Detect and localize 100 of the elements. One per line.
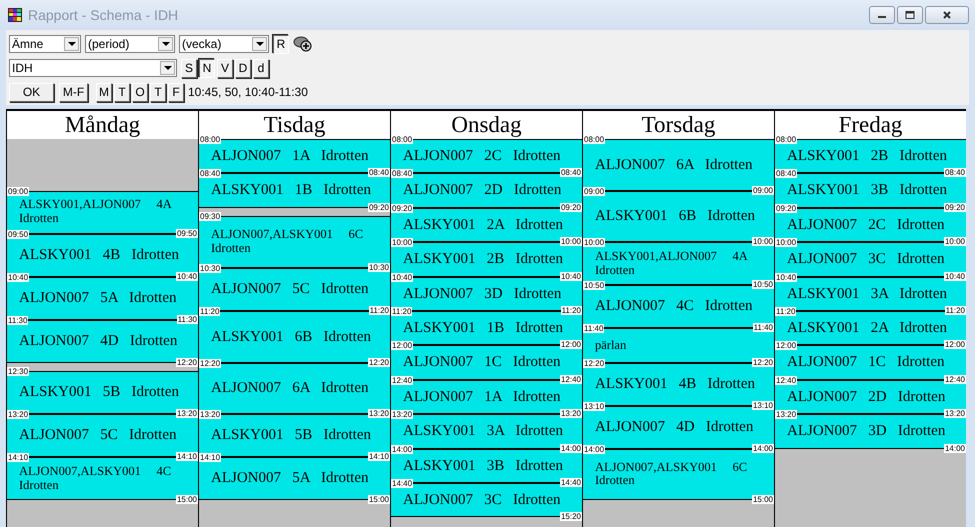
close-icon [942,11,952,19]
caret-icon [164,66,172,70]
lesson-text: ALSKY001 2A Idrotten [403,216,563,234]
ok-button[interactable]: OK [9,82,54,102]
day-button[interactable]: T [150,82,166,102]
end-time: 14:00 [560,444,582,453]
end-time: 10:40 [176,272,198,281]
lesson-text: ALSKY001 3B Idrotten [403,458,563,474]
end-time: 13:20 [368,409,390,418]
end-time: 08:40 [560,168,582,178]
lesson-text: ALJON007 5A Idrotten [19,290,176,306]
end-time: 14:10 [176,452,198,462]
end-time: 15:00 [752,495,774,504]
end-time: 10:40 [560,272,582,281]
end-time: 14:10 [368,452,390,462]
view-button[interactable]: V [217,58,233,78]
group-dropdown[interactable]: IDH [9,59,177,77]
start-time: 12:00 [775,341,798,350]
day-button[interactable]: F [168,82,184,102]
start-time: 08:40 [199,169,222,178]
start-time: 08:40 [775,169,798,178]
lesson-text: ALSKY001 5B Idrotten [19,384,179,401]
lesson-text: ALSKY001 2B Idrotten [787,148,947,164]
filter-dropdown[interactable]: (period) [85,35,175,53]
filter-dropdown[interactable]: Ämne [9,35,81,53]
lesson-text: ALJON007 3D Idrotten [403,286,562,302]
end-time: 09:00 [752,186,774,195]
lesson-text: ALJON007 2C Idrotten [403,148,560,164]
view-button[interactable]: D [235,58,251,78]
lesson-text: ALSKY001 1B Idrotten [211,182,371,199]
end-time: 10:00 [944,237,966,246]
start-time: 13:20 [775,410,798,420]
start-time: 13:20 [391,410,414,420]
day-header: Måndag [7,111,198,139]
end-time: 12:40 [944,374,966,384]
filter-dropdown[interactable]: (vecka) [179,35,269,53]
start-time: 14:40 [391,479,414,488]
lesson-text: ALSKY001 4B Idrotten [19,246,179,264]
end-time: 11:20 [368,306,390,315]
lesson-text: ALJON007 4D Idrotten [19,332,178,350]
end-time: 08:40 [368,168,390,178]
end-time: 11:20 [560,306,582,315]
lesson-text: ALJON007 5C Idrotten [19,427,176,444]
start-time: 11:40 [583,324,604,334]
start-time: 12:30 [7,367,30,376]
lesson-text: ALSKY001 1B Idrotten [403,320,563,336]
day-button[interactable]: M [96,82,112,102]
end-time: 12:20 [176,358,198,367]
r-toggle-button[interactable]: R [273,34,289,54]
end-time: 15:00 [368,495,390,504]
view-button[interactable]: S [181,58,197,78]
end-time: 15:20 [560,512,582,522]
view-button[interactable]: N [199,58,215,78]
minimize-button[interactable] [869,6,895,24]
lesson-text: ALJON007 1C Idrotten [403,354,560,371]
end-time: 09:20 [368,202,390,212]
start-time: 12:00 [391,341,414,350]
lesson-text: ALJON007 4D Idrotten [595,418,754,436]
view-button[interactable]: d [253,58,269,78]
end-time: 10:40 [944,272,966,281]
end-time: 12:00 [944,340,966,350]
lesson-text: ALJON007 1C Idrotten [787,354,944,371]
end-time: 09:20 [944,202,966,212]
end-time: 13:10 [752,400,774,410]
caret-icon [256,42,264,46]
end-time: 13:20 [176,409,198,418]
lesson-text: ALJON007 5C Idrotten [211,281,368,298]
start-time: 10:00 [775,238,798,248]
lesson-text: ALSKY001 3B Idrotten [787,182,947,199]
end-time: 12:40 [560,374,582,384]
start-time: 10:30 [199,264,222,273]
lesson-text: ALJON007 1A Idrotten [403,388,560,406]
end-time: 11:40 [752,323,774,332]
end-time: 08:40 [944,168,966,178]
maximize-button[interactable] [897,6,923,24]
start-time: 10:00 [583,238,606,248]
caret-icon [162,42,170,46]
weekdays-button[interactable]: M-F [59,82,88,102]
end-time: 10:30 [368,262,390,272]
end-time: 09:50 [176,228,198,238]
lesson-text: ALSKY001 3A Idrotten [787,286,947,302]
lesson-text: ALSKY001 3A Idrotten [403,423,563,440]
lesson-text: ALSKY001 4B Idrotten [595,376,755,392]
lesson-text: ALSKY001 6B Idrotten [211,328,371,346]
end-time: 14:00 [944,444,966,453]
start-time: 11:20 [391,307,412,316]
end-time: 12:20 [752,358,774,367]
day-button[interactable]: O [132,82,148,102]
lesson-text: ALSKY001,ALJON007 4A Idrotten [19,198,173,226]
lesson-text: ALJON007 2D Idrotten [403,182,562,199]
end-time: 14:00 [752,444,774,453]
add-icon[interactable] [293,35,313,53]
close-button[interactable] [925,6,969,24]
lesson-text: ALJON007,ALSKY001 6C Idrotten [211,228,364,256]
lesson-text: ALJON007 5A Idrotten [211,470,368,487]
end-time: 15:00 [176,495,198,504]
start-time: 10:00 [391,238,414,248]
start-time: 13:20 [7,410,30,420]
day-button[interactable]: T [114,82,130,102]
lesson-text: ALJON007 4C Idrotten [595,298,752,315]
